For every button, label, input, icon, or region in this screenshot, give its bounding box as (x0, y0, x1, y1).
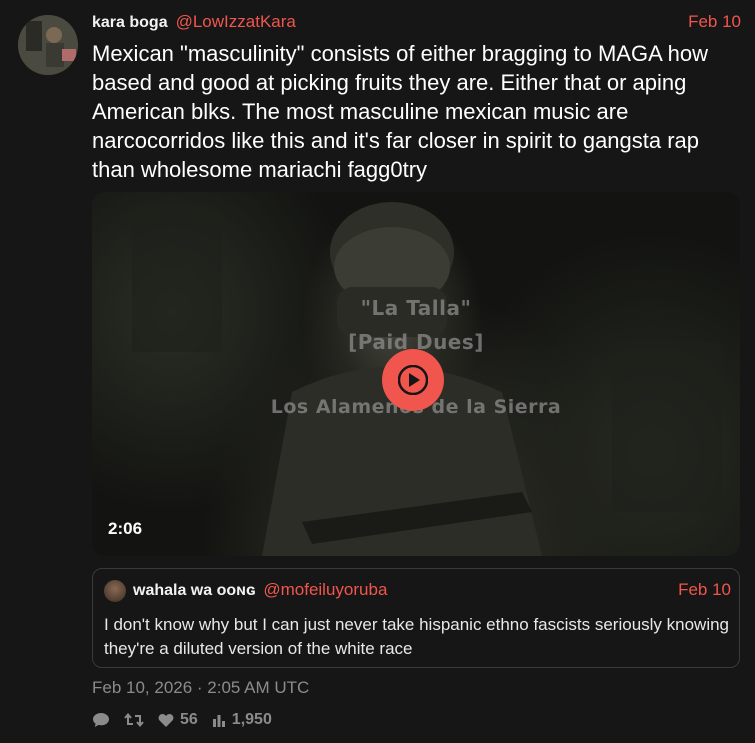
play-icon (398, 365, 428, 395)
tweet-timestamp[interactable]: Feb 10, 2026 · 2:05 AM UTC (92, 678, 309, 698)
video-overlay-title: "La Talla" (360, 296, 472, 320)
quoted-author-display-name[interactable]: wahala wa ooɴɢ (133, 582, 255, 600)
view-count: 1,950 (231, 711, 272, 728)
author-handle[interactable]: @LowIzzatKara (176, 12, 296, 32)
quoted-tweet-text: I don't know why but I can just never ta… (104, 615, 730, 658)
like-button[interactable]: 56 (158, 711, 198, 729)
video-player[interactable]: "La Talla" [Paid Dues] Los Alamenos de l… (92, 192, 740, 556)
tweet-header: kara boga @LowIzzatKara Feb 10 (92, 12, 741, 36)
heart-icon (158, 713, 174, 727)
avatar-image (18, 15, 78, 75)
views-icon (212, 715, 225, 727)
tweet-text: Mexican "masculinity" consists of either… (92, 41, 708, 182)
quoted-author-handle[interactable]: @mofeiluyoruba (263, 580, 387, 600)
author-display-name[interactable]: kara boga (92, 14, 168, 32)
like-count: 56 (180, 711, 198, 728)
tweet-stats: 56 1,950 (92, 708, 272, 732)
video-duration: 2:06 (108, 519, 143, 538)
author-avatar[interactable] (18, 15, 78, 75)
play-button[interactable] (382, 349, 444, 411)
views-button[interactable]: 1,950 (212, 711, 272, 729)
retweet-icon (124, 712, 144, 728)
retweet-button[interactable] (124, 712, 144, 728)
quoted-tweet-header: wahala wa ooɴɢ @mofeiluyoruba Feb 10 (133, 580, 731, 602)
quoted-author-avatar[interactable] (104, 580, 126, 602)
tweet-date[interactable]: Feb 10 (688, 12, 741, 32)
quoted-tweet-date[interactable]: Feb 10 (678, 580, 731, 600)
reply-icon (93, 713, 109, 727)
quoted-tweet[interactable]: wahala wa ooɴɢ @mofeiluyoruba Feb 10 I d… (92, 568, 740, 668)
reply-button[interactable] (92, 712, 110, 728)
